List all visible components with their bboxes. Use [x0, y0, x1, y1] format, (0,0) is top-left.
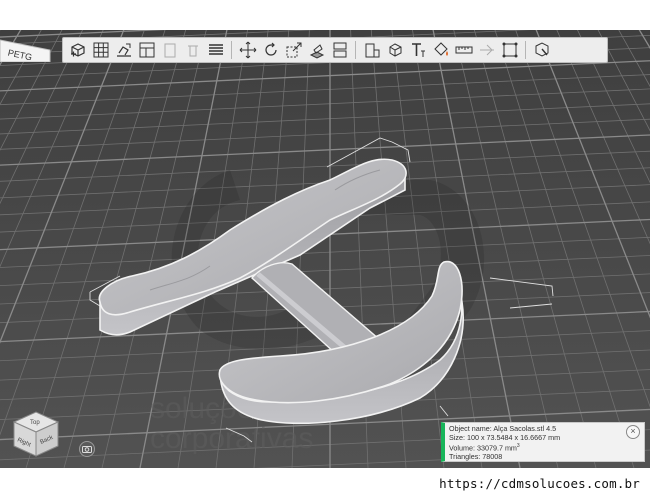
mesh-boolean-button[interactable]: [499, 40, 520, 61]
move-icon: [239, 41, 256, 59]
rotate-icon: [264, 42, 277, 56]
scale-button[interactable]: [283, 40, 304, 61]
cut-button[interactable]: [361, 40, 382, 61]
watermark-text-2: corporativas: [150, 422, 313, 455]
object-triangles: Triangles: 78008: [449, 452, 503, 462]
split-icon: [333, 42, 346, 58]
object-size: Size: 100 x 73.5484 x 16.6667 mm: [449, 432, 561, 442]
main-toolbar: [62, 37, 608, 63]
color-paint-button[interactable]: [430, 40, 451, 61]
place-on-face-button[interactable]: [306, 40, 327, 61]
print-bed-scene[interactable]: soluções corporativas: [0, 30, 650, 468]
lay-on-face-button[interactable]: [113, 40, 134, 61]
delete-button[interactable]: [182, 40, 203, 61]
split-button[interactable]: [329, 40, 350, 61]
layers-button[interactable]: [205, 40, 226, 61]
view-cube-top-label: Top: [30, 420, 40, 426]
assemble-icon: [479, 44, 494, 56]
assemble-button[interactable]: [476, 40, 497, 61]
measure-button[interactable]: [453, 40, 474, 61]
camera-view-button[interactable]: [78, 440, 96, 458]
toolbar-separator: [525, 41, 526, 59]
orient-icon: [116, 43, 131, 57]
ruler-icon: [455, 46, 472, 54]
support-paint-button[interactable]: [384, 40, 405, 61]
trash-icon: [187, 45, 198, 57]
toolbar-separator: [231, 41, 232, 59]
layers-icon: [208, 44, 223, 55]
scale-icon: [286, 42, 301, 58]
text-tool-icon: [411, 43, 425, 57]
grid-icon: [93, 42, 108, 58]
camera-icon: [79, 441, 95, 457]
paste-icon: [164, 43, 175, 58]
copy-button[interactable]: [136, 40, 157, 61]
arrange-button[interactable]: [90, 40, 111, 61]
cut-icon: [365, 43, 379, 58]
support-icon: [389, 43, 401, 57]
object-info-panel: Object name: Alça Sacolas.stl 4.5 Size: …: [441, 422, 645, 462]
add-object-button[interactable]: [67, 40, 88, 61]
view-cube[interactable]: Top Right Back: [8, 408, 64, 458]
3d-viewport[interactable]: soluções corporativas: [0, 30, 650, 468]
cube-add-icon: [70, 43, 85, 57]
paste-button[interactable]: [159, 40, 180, 61]
variable-layer-button[interactable]: [531, 40, 552, 61]
paint-bucket-icon: [433, 42, 448, 56]
rotate-button[interactable]: [260, 40, 281, 61]
place-face-icon: [309, 44, 324, 59]
text-button[interactable]: [407, 40, 428, 61]
variable-layer-icon: [535, 42, 548, 57]
copy-icon: [139, 42, 154, 58]
toolbar-separator: [355, 41, 356, 59]
printer-preset-tab[interactable]: PETG: [0, 36, 58, 62]
close-info-button[interactable]: ×: [626, 425, 640, 439]
boolean-icon: [502, 42, 517, 58]
footer-url: https://cdmsolucoes.com.br: [439, 476, 640, 491]
move-button[interactable]: [237, 40, 258, 61]
